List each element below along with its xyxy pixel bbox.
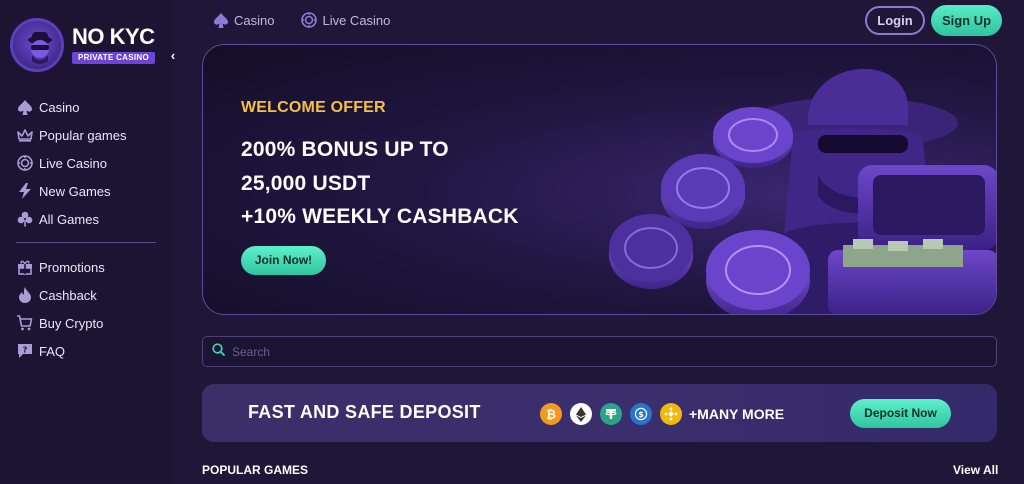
- cart-icon: [16, 315, 33, 332]
- topnav-item-label: Live Casino: [322, 12, 391, 28]
- search-icon: [212, 342, 225, 361]
- sidebar-item-label: Casino: [39, 99, 80, 115]
- topnav-item-label: Casino: [234, 12, 275, 28]
- bnb-icon: [660, 403, 682, 425]
- gift-icon: [16, 259, 33, 276]
- spy-with-chips-illustration: [609, 68, 996, 314]
- sidebar-item-label: Promotions: [39, 259, 105, 275]
- sidebar-item-label: Buy Crypto: [39, 315, 104, 331]
- svg-text:?: ?: [22, 346, 27, 355]
- search-bar: [202, 336, 997, 367]
- crown-icon: [16, 127, 33, 144]
- sidebar-item-live-casino[interactable]: Live Casino: [0, 149, 172, 177]
- sidebar-item-new-games[interactable]: New Games: [0, 177, 172, 205]
- bitcoin-icon: ₿: [540, 403, 562, 425]
- sidebar-item-cashback[interactable]: Cashback: [0, 281, 172, 309]
- join-now-button[interactable]: Join Now!: [241, 246, 326, 275]
- brand-tagline: PRIVATE CASINO: [72, 52, 156, 64]
- sidebar: NO KYC PRIVATE CASINO ‹ Casino Popular g…: [0, 0, 175, 484]
- deposit-promo-bar: FAST AND SAFE DEPOSIT ₿ $ +MANY MORE Dep…: [202, 384, 997, 442]
- sidebar-item-all-games[interactable]: All Games: [0, 205, 172, 233]
- chip-icon: [300, 11, 318, 29]
- banner-headline-line-1: 200% BONUS UP TO: [241, 138, 449, 161]
- sidebar-item-casino[interactable]: Casino: [0, 93, 172, 121]
- collapse-sidebar-button[interactable]: ‹: [166, 48, 180, 64]
- sidebar-item-label: FAQ: [39, 343, 66, 359]
- flame-icon: [16, 287, 33, 304]
- sidebar-item-faq[interactable]: ? FAQ: [0, 337, 172, 365]
- sidebar-item-popular-games[interactable]: Popular games: [0, 121, 172, 149]
- spade-icon: [16, 99, 33, 116]
- svg-text:₿: ₿: [546, 408, 556, 422]
- banner-eyebrow: WELCOME OFFER: [241, 99, 386, 116]
- welcome-banner: WELCOME OFFER 200% BONUS UP TO 25,000 US…: [202, 44, 997, 315]
- crypto-coin-list: ₿ $ +MANY MORE: [540, 403, 784, 425]
- more-coins-label: +MANY MORE: [689, 406, 785, 422]
- chat-question-icon: ?: [16, 343, 33, 360]
- sidebar-divider: [16, 242, 156, 243]
- usdc-icon: $: [630, 403, 652, 425]
- clover-icon: [16, 211, 33, 228]
- sidebar-item-buy-crypto[interactable]: Buy Crypto: [0, 309, 172, 337]
- sidebar-item-label: New Games: [39, 183, 111, 199]
- sidebar-nav: Casino Popular games Live Casino New Gam…: [0, 93, 172, 365]
- signup-button[interactable]: Sign Up: [931, 5, 1002, 36]
- chip-icon: [16, 155, 33, 172]
- top-nav: Casino Live Casino: [212, 9, 416, 31]
- banner-headline-line-2: 25,000 USDT: [241, 172, 371, 195]
- sidebar-item-label: Cashback: [39, 287, 97, 303]
- spade-icon: [212, 11, 230, 29]
- deposit-now-button[interactable]: Deposit Now: [850, 399, 951, 428]
- tether-icon: [600, 403, 622, 425]
- login-button[interactable]: Login: [865, 6, 925, 35]
- view-all-link[interactable]: View All: [953, 463, 998, 477]
- brand-logo[interactable]: NO KYC PRIVATE CASINO: [10, 18, 160, 74]
- ethereum-icon: [570, 403, 592, 425]
- topnav-item-casino[interactable]: Casino: [212, 11, 274, 29]
- sidebar-item-promotions[interactable]: Promotions: [0, 253, 172, 281]
- spy-mascot-icon: [10, 18, 64, 72]
- deposit-title: FAST AND SAFE DEPOSIT: [248, 402, 481, 422]
- brand-name: NO KYC: [72, 24, 155, 49]
- banner-headline-line-3: +10% WEEKLY CASHBACK: [241, 205, 519, 228]
- sidebar-item-label: Live Casino: [39, 155, 107, 171]
- svg-text:$: $: [638, 410, 644, 419]
- popular-games-heading: POPULAR GAMES: [202, 463, 309, 477]
- sidebar-item-label: All Games: [39, 211, 99, 227]
- lightning-icon: [16, 183, 33, 200]
- sidebar-item-label: Popular games: [39, 127, 127, 143]
- topnav-item-live-casino[interactable]: Live Casino: [300, 11, 390, 29]
- search-input[interactable]: [232, 344, 932, 359]
